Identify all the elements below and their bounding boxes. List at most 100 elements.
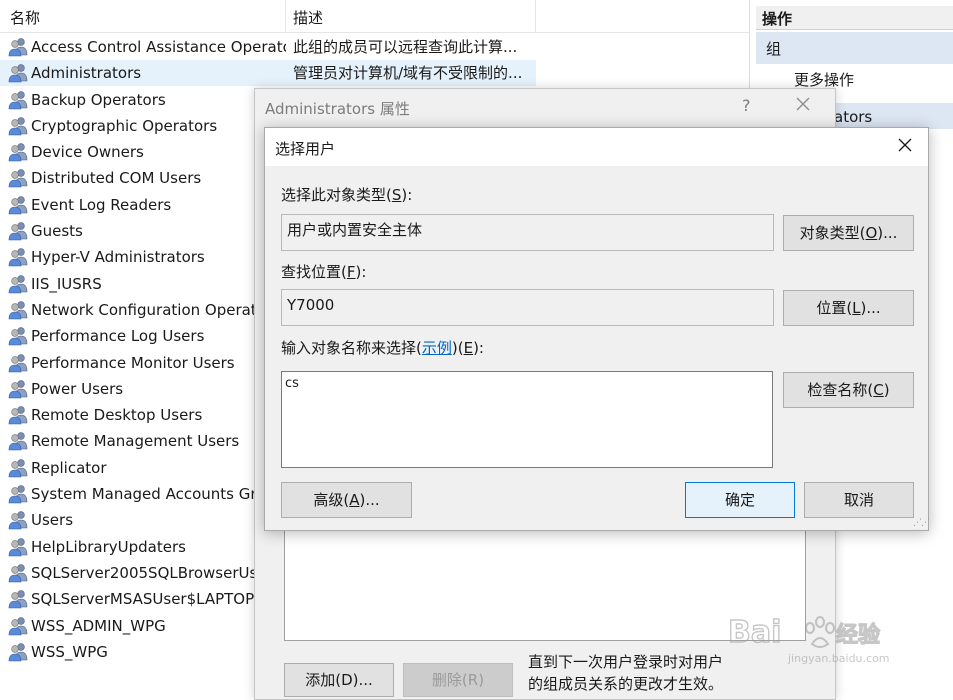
close-icon[interactable] bbox=[897, 136, 913, 158]
group-name-cell[interactable]: IIS_IUSRS bbox=[0, 271, 286, 297]
group-name: Cryptographic Operators bbox=[31, 116, 218, 135]
group-name-cell[interactable]: Replicator bbox=[0, 455, 286, 481]
dialog-title: 选择用户 bbox=[275, 140, 336, 158]
group-icon bbox=[8, 300, 29, 320]
group-name: Device Owners bbox=[31, 143, 144, 162]
group-icon bbox=[8, 484, 29, 504]
group-icon bbox=[8, 405, 29, 425]
resize-grip-icon[interactable]: ⋰⋰ bbox=[913, 518, 930, 528]
group-name: WSS_WPG bbox=[31, 642, 108, 661]
help-icon[interactable]: ? bbox=[742, 96, 751, 115]
group-icon bbox=[8, 537, 29, 557]
group-name-cell[interactable]: Access Control Assistance Operators bbox=[0, 34, 286, 60]
remove-member-button[interactable]: 删除(R) bbox=[403, 663, 513, 697]
group-icon bbox=[8, 563, 29, 583]
add-member-button[interactable]: 添加(D)... bbox=[284, 663, 394, 697]
location-label: 查找位置(F): bbox=[281, 263, 367, 281]
group-name-cell[interactable]: System Managed Accounts Group bbox=[0, 481, 286, 507]
object-type-field: 用户或内置安全主体 bbox=[281, 214, 774, 251]
group-name: Users bbox=[31, 511, 74, 530]
group-name-cell[interactable]: Network Configuration Operators bbox=[0, 297, 286, 323]
group-name-cell[interactable]: Device Owners bbox=[0, 139, 286, 165]
group-icon bbox=[8, 221, 29, 241]
group-name: Remote Management Users bbox=[31, 432, 240, 451]
group-name-cell[interactable]: Guests bbox=[0, 218, 286, 244]
cancel-button[interactable]: 取消 bbox=[804, 482, 914, 518]
membership-note: 直到下一次用户登录时对用户的组成员关系的更改才生效。 bbox=[528, 653, 724, 693]
group-name-cell[interactable]: WSS_WPG bbox=[0, 639, 286, 665]
group-icon bbox=[8, 589, 29, 609]
object-names-label: 输入对象名称来选择(示例)(E): bbox=[281, 339, 484, 357]
object-type-label: 选择此对象类型(S): bbox=[281, 186, 413, 204]
group-name-cell[interactable]: Performance Log Users bbox=[0, 323, 286, 349]
examples-link[interactable]: 示例 bbox=[422, 339, 452, 357]
properties-title: Administrators 属性 bbox=[265, 100, 410, 118]
group-name-cell[interactable]: HelpLibraryUpdaters bbox=[0, 534, 286, 560]
check-names-button[interactable]: 检查名称(C) bbox=[783, 372, 914, 408]
group-name: Remote Desktop Users bbox=[31, 406, 203, 425]
group-name: Event Log Readers bbox=[31, 195, 172, 214]
close-icon[interactable] bbox=[795, 95, 811, 115]
svg-text:经验: 经验 bbox=[836, 622, 880, 648]
select-users-dialog: 选择用户 选择此对象类型(S): 用户或内置安全主体 对象类型(O)... 查找… bbox=[264, 127, 930, 531]
group-icon bbox=[8, 353, 29, 373]
actions-group-header[interactable]: 组 bbox=[756, 32, 953, 64]
group-name-cell[interactable]: Remote Management Users bbox=[0, 428, 286, 454]
group-name: IIS_IUSRS bbox=[31, 274, 102, 293]
group-name: Replicator bbox=[31, 458, 107, 477]
object-types-button[interactable]: 对象类型(O)... bbox=[783, 215, 914, 251]
group-name-cell[interactable]: SQLServer2005SQLBrowserUser$ bbox=[0, 560, 286, 586]
ok-button[interactable]: 确定 bbox=[685, 482, 795, 518]
group-name-cell[interactable]: Backup Operators bbox=[0, 87, 286, 113]
group-name: Network Configuration Operators bbox=[31, 300, 280, 319]
group-icon bbox=[8, 431, 29, 451]
svg-text:Bai: Bai bbox=[728, 615, 781, 650]
group-description: 管理员对计算机/域有不受限制的... bbox=[286, 60, 536, 87]
group-name-cell[interactable]: Performance Monitor Users bbox=[0, 350, 286, 376]
group-name-cell[interactable]: Cryptographic Operators bbox=[0, 113, 286, 139]
group-name-cell[interactable]: Power Users bbox=[0, 376, 286, 402]
group-name-cell[interactable]: Hyper-V Administrators bbox=[0, 244, 286, 270]
group-icon bbox=[8, 142, 29, 162]
group-icon bbox=[8, 63, 29, 83]
group-name: System Managed Accounts Group bbox=[31, 485, 285, 504]
advanced-button[interactable]: 高级(A)... bbox=[281, 482, 412, 518]
column-header-description[interactable]: 描述 bbox=[286, 0, 536, 33]
group-icon bbox=[8, 37, 29, 57]
list-header: 名称 描述 bbox=[0, 0, 750, 33]
group-description: 此组的成员可以远程查询此计算... bbox=[293, 38, 518, 56]
actions-title: 操作 bbox=[756, 6, 953, 30]
group-icon bbox=[8, 168, 29, 188]
actions-selected-label: ators bbox=[834, 108, 873, 126]
location-field: Y7000 bbox=[281, 289, 774, 326]
group-icon bbox=[8, 326, 29, 346]
group-name: HelpLibraryUpdaters bbox=[31, 537, 186, 556]
group-icon bbox=[8, 116, 29, 136]
group-name-cell[interactable]: Users bbox=[0, 507, 286, 533]
group-name: Backup Operators bbox=[31, 90, 166, 109]
group-name: WSS_ADMIN_WPG bbox=[31, 616, 166, 635]
group-icon bbox=[8, 458, 29, 478]
group-name-cell[interactable]: Distributed COM Users bbox=[0, 165, 286, 191]
group-name: Performance Log Users bbox=[31, 327, 205, 346]
group-name: SQLServerMSASUser$LAPTOP-N bbox=[31, 590, 271, 609]
object-names-input[interactable] bbox=[281, 371, 773, 468]
group-name-cell[interactable]: SQLServerMSASUser$LAPTOP-N bbox=[0, 586, 286, 612]
group-name: Power Users bbox=[31, 379, 124, 398]
group-icon bbox=[8, 195, 29, 215]
group-icon bbox=[8, 510, 29, 530]
column-header-name[interactable]: 名称 bbox=[0, 0, 286, 33]
table-row[interactable]: Access Control Assistance Operators 此组的成员… bbox=[0, 34, 750, 60]
group-name: Hyper-V Administrators bbox=[31, 248, 205, 267]
group-name-cell[interactable]: WSS_ADMIN_WPG bbox=[0, 613, 286, 639]
group-icon bbox=[8, 616, 29, 636]
group-name-cell[interactable]: Event Log Readers bbox=[0, 192, 286, 218]
group-icon bbox=[8, 247, 29, 267]
group-icon bbox=[8, 379, 29, 399]
group-name: Administrators bbox=[31, 64, 142, 83]
group-name-cell[interactable]: Remote Desktop Users bbox=[0, 402, 286, 428]
locations-button[interactable]: 位置(L)... bbox=[783, 290, 914, 326]
table-row[interactable]: Administrators 管理员对计算机/域有不受限制的... bbox=[0, 60, 750, 87]
group-name-cell[interactable]: Administrators bbox=[0, 60, 286, 87]
dialog-titlebar: 选择用户 bbox=[265, 128, 928, 166]
